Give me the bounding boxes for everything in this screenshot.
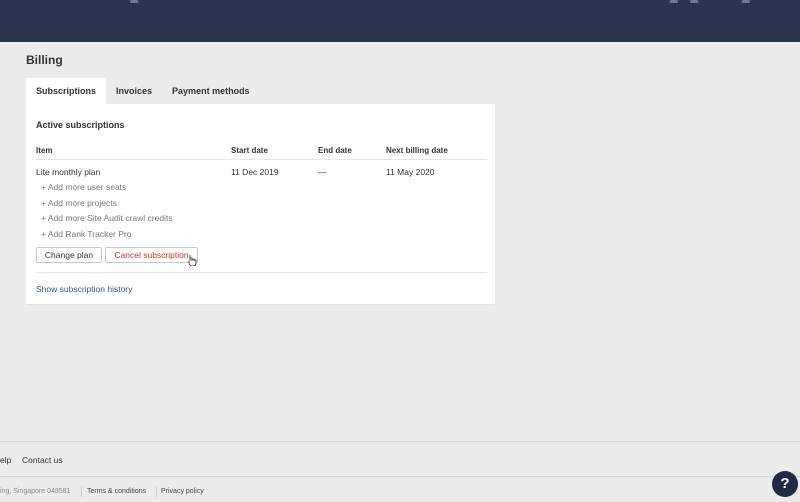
footer-separator	[81, 487, 82, 497]
billing-tabs: Subscriptions Invoices Payment methods	[26, 78, 260, 104]
change-plan-button[interactable]: Change plan	[36, 247, 102, 263]
add-crawl-credits-link[interactable]: + Add more Site Audit crawl credits	[41, 213, 173, 223]
column-header-start-date: Start date	[231, 146, 268, 155]
add-user-seats-link[interactable]: + Add more user seats	[41, 182, 126, 192]
add-rank-tracker-link[interactable]: + Add Rank Tracker Pro	[41, 229, 131, 239]
header-divider	[36, 159, 487, 160]
footer-contact-link[interactable]: Contact us	[22, 455, 63, 465]
hand-cursor-icon	[188, 255, 197, 266]
footer-separator	[156, 487, 157, 497]
search-icon[interactable]	[670, 0, 678, 3]
column-header-next-billing-date: Next billing date	[386, 146, 448, 155]
column-header-end-date: End date	[318, 146, 352, 155]
subscription-start-date: 11 Dec 2019	[231, 167, 279, 177]
tab-subscriptions[interactable]: Subscriptions	[26, 78, 107, 104]
cancel-subscription-button[interactable]: Cancel subscription	[105, 247, 198, 263]
subscription-end-date: —	[318, 167, 327, 177]
tab-invoices[interactable]: Invoices	[106, 78, 162, 104]
page-title: Billing	[26, 53, 63, 67]
account-icon[interactable]	[742, 0, 750, 3]
actions-divider	[36, 272, 487, 273]
nav-item-fragment[interactable]	[130, 0, 138, 3]
column-header-item: Item	[36, 146, 53, 155]
subscription-history-link[interactable]: Show subscription history	[36, 284, 132, 294]
tab-payment-methods[interactable]: Payment methods	[162, 78, 260, 104]
footer-divider-bottom	[0, 476, 800, 477]
subscription-item: Lite monthly plan	[36, 167, 101, 177]
footer-help-link[interactable]: elp	[0, 455, 11, 465]
notifications-icon[interactable]	[690, 0, 698, 3]
footer-terms-link[interactable]: Terms & conditions	[87, 488, 146, 495]
help-chat-button[interactable]: ?	[772, 471, 798, 497]
footer-privacy-link[interactable]: Privacy policy	[161, 488, 204, 495]
footer-divider-top	[0, 441, 800, 442]
subscription-next-billing-date: 11 May 2020	[386, 167, 435, 177]
add-projects-link[interactable]: + Add more projects	[41, 198, 117, 208]
section-title: Active subscriptions	[36, 120, 125, 130]
footer-address: ing, Singapore 048581	[0, 488, 71, 495]
top-navigation-bar	[0, 0, 800, 42]
subscriptions-panel: Active subscriptions Item Start date End…	[26, 104, 495, 304]
